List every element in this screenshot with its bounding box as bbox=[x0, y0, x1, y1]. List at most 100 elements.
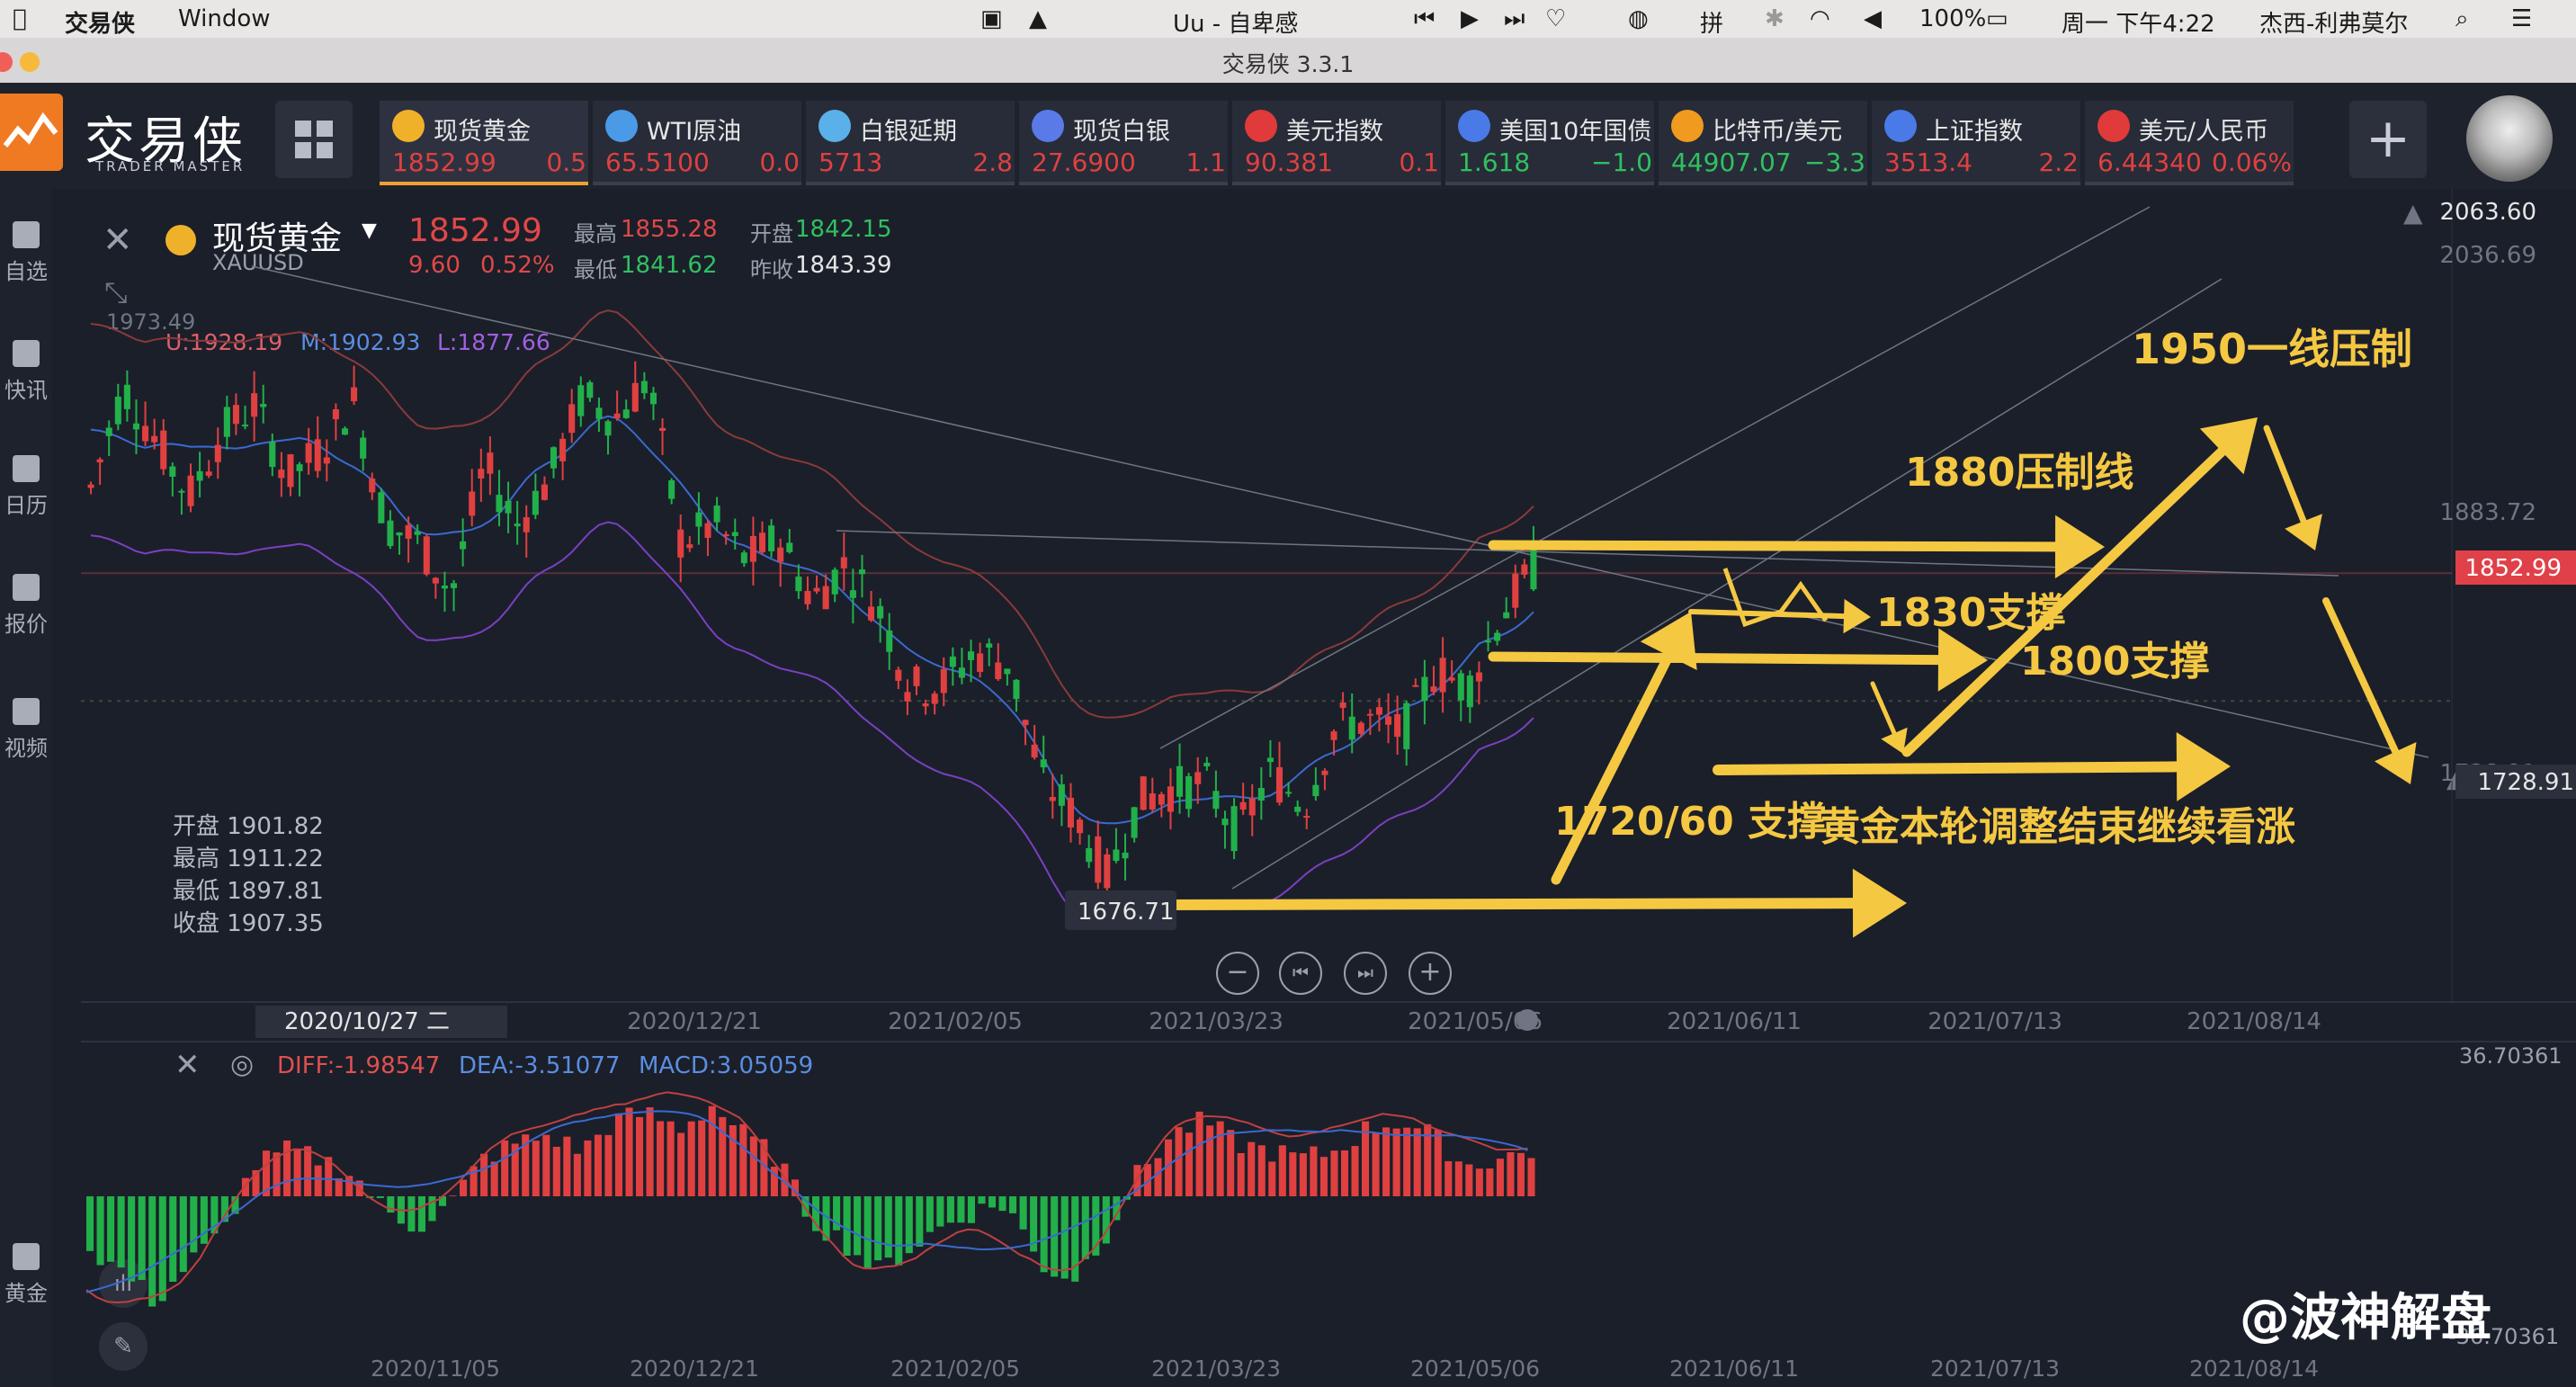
prev-track-icon[interactable]: ⏮ bbox=[1414, 5, 1435, 33]
open-value: 1842.15 bbox=[795, 216, 892, 243]
fullscreen-toggle-icon[interactable]: ⤡ bbox=[104, 275, 128, 310]
wifi-icon[interactable]: ◠ bbox=[1810, 5, 1830, 32]
scroll-start-button[interactable]: ⏮ bbox=[1279, 952, 1322, 995]
ticker-name: 美元指数 bbox=[1286, 118, 1383, 146]
bluetooth-icon[interactable]: ✱ bbox=[1765, 5, 1784, 32]
ticker-3[interactable]: 现货白银 27.6900 1.1 bbox=[1019, 101, 1228, 185]
sidebar-item-5[interactable]: 黄金 bbox=[0, 1243, 52, 1307]
app-logo-icon bbox=[0, 94, 63, 171]
bollinger-lower: L:1877.66 bbox=[437, 329, 550, 355]
volume-icon[interactable]: ◀ bbox=[1864, 5, 1882, 32]
candle-tool-icon[interactable]: ılı bbox=[99, 1259, 148, 1308]
ticker-price: 1.618 bbox=[1458, 148, 1531, 177]
sidebar-item-2[interactable]: 日历 bbox=[0, 455, 52, 519]
sidebar-item-1[interactable]: 快讯 bbox=[0, 340, 52, 404]
wps-icon[interactable]: ▣ bbox=[980, 5, 1003, 32]
ticker-name: 美国10年国债 bbox=[1499, 118, 1652, 146]
ticker-0[interactable]: 现货黄金 1852.99 0.5 bbox=[380, 101, 588, 185]
bell-icon[interactable]: ▲ bbox=[1029, 5, 1047, 32]
prev-close-value: 1843.39 bbox=[795, 252, 892, 279]
ticker-4[interactable]: 美元指数 90.381 0.1 bbox=[1232, 101, 1441, 185]
ticker-name: 上证指数 bbox=[1926, 118, 2023, 146]
user-name[interactable]: 杰西-利弗莫尔 bbox=[2259, 5, 2408, 39]
ticker-5[interactable]: 美国10年国债 1.618 −1.0 bbox=[1445, 101, 1654, 185]
spotlight-icon[interactable]: ⌕ bbox=[2455, 5, 2469, 33]
heart-icon[interactable]: ♡ bbox=[1545, 5, 1566, 32]
ticker-price: 1852.99 bbox=[392, 148, 496, 177]
bollinger-mid: M:1902.93 bbox=[300, 329, 421, 355]
ticker-name: 现货黄金 bbox=[434, 118, 531, 146]
ticker-8[interactable]: 美元/人民币 6.44340 0.06% bbox=[2085, 101, 2294, 185]
ticker-name: 比特币/美元 bbox=[1713, 118, 1843, 146]
symbol-dropdown-icon[interactable]: ▼ bbox=[362, 219, 377, 242]
sidebar-item-label: 报价 bbox=[4, 612, 48, 637]
sidebar-item-label: 黄金 bbox=[4, 1281, 48, 1306]
close-indicator-button[interactable]: ✕ bbox=[174, 1047, 201, 1083]
silver-icon bbox=[818, 110, 851, 142]
add-ticker-button[interactable]: + bbox=[2349, 101, 2427, 178]
menu-app-name[interactable]: 交易侠 bbox=[65, 5, 135, 39]
scroll-end-button[interactable]: ⏭ bbox=[1344, 952, 1387, 995]
price-alert-bell-icon-2[interactable]: ▲ bbox=[2446, 766, 2464, 793]
control-center-icon[interactable]: ☰ bbox=[2511, 5, 2532, 32]
pencil-tool-icon[interactable]: ✎ bbox=[99, 1322, 148, 1371]
avatar[interactable] bbox=[2466, 95, 2553, 182]
watermark: @波神解盘 bbox=[2240, 1289, 2491, 1347]
ohlc-high: 最高 1911.22 bbox=[173, 846, 324, 872]
symbol-change: 9.60 bbox=[408, 252, 461, 279]
low-value: 1841.62 bbox=[621, 252, 718, 279]
bond-icon bbox=[1458, 110, 1490, 142]
ohlc-low: 最低 1897.81 bbox=[173, 878, 324, 905]
ticker-change: −1.0 bbox=[1591, 148, 1652, 177]
sidebar-item-4[interactable]: 视频 bbox=[0, 698, 52, 762]
wechat-icon[interactable]: ◍ bbox=[1628, 5, 1649, 32]
ticker-7[interactable]: 上证指数 3513.4 2.2 bbox=[1872, 101, 2080, 185]
uu-status[interactable]: Uu - 自卑感 bbox=[1173, 5, 1298, 39]
menu-window[interactable]: Window bbox=[178, 5, 271, 32]
clock[interactable]: 周一 下午4:22 bbox=[2062, 5, 2215, 39]
video-icon bbox=[13, 698, 40, 725]
prev-close-label: 昨收 bbox=[750, 257, 793, 282]
ticker-change: 0.5 bbox=[546, 148, 586, 177]
symbol-change-pct: 0.52% bbox=[480, 252, 555, 279]
play-icon[interactable]: ▶ bbox=[1461, 5, 1479, 32]
zoom-in-button[interactable]: + bbox=[1409, 952, 1452, 995]
ticker-change: 0.06% bbox=[2212, 148, 2292, 177]
sidebar-item-label: 日历 bbox=[4, 493, 48, 518]
battery-icon[interactable]: ▭ bbox=[1986, 5, 2008, 32]
open-label: 开盘 bbox=[750, 221, 793, 246]
apple-icon[interactable]:  bbox=[13, 5, 27, 32]
grid-menu-button[interactable] bbox=[275, 101, 353, 178]
indicator-settings-icon[interactable]: ◎ bbox=[230, 1049, 254, 1080]
quote-icon bbox=[13, 574, 40, 601]
us-flag-icon bbox=[1245, 110, 1277, 142]
ticker-6[interactable]: 比特币/美元 44907.07 −3.3 bbox=[1659, 101, 1867, 185]
high-value: 1855.28 bbox=[621, 216, 718, 243]
zoom-out-button[interactable]: − bbox=[1216, 952, 1259, 995]
news-icon bbox=[13, 340, 40, 367]
gold-icon bbox=[392, 110, 425, 142]
macd-diff: DIFF:-1.98547 bbox=[277, 1052, 441, 1079]
ticker-name: WTI原油 bbox=[647, 118, 742, 146]
macd-max-label: 36.70361 bbox=[2459, 1043, 2563, 1069]
chart-panel bbox=[52, 189, 2576, 1387]
close-chart-button[interactable]: ✕ bbox=[103, 219, 133, 261]
ticker-2[interactable]: 白银延期 5713 2.8 bbox=[806, 101, 1015, 185]
input-method-icon[interactable]: 拼 bbox=[1700, 5, 1723, 39]
ticker-1[interactable]: WTI原油 65.5100 0.0 bbox=[593, 101, 801, 185]
ticker-price: 90.381 bbox=[1245, 148, 1333, 177]
sidebar-item-label: 自选 bbox=[4, 259, 48, 284]
next-track-icon[interactable]: ⏭ bbox=[1504, 5, 1525, 33]
grid-icon bbox=[295, 121, 333, 158]
ticker-name: 白银延期 bbox=[860, 118, 957, 146]
sidebar-item-0[interactable]: 自选 bbox=[0, 221, 52, 285]
bitcoin-icon bbox=[1671, 110, 1704, 142]
ticker-price: 6.44340 bbox=[2097, 148, 2202, 177]
bollinger-upper: U:1928.19 bbox=[165, 329, 283, 355]
symbol-price: 1852.99 bbox=[408, 212, 542, 249]
mac-menubar:  交易侠 Window ▣ ▲ Uu - 自卑感 ⏮ ▶ ⏭ ♡ ◍ 拼 ✱ … bbox=[0, 0, 2576, 38]
price-alert-bell-icon[interactable]: ▲ bbox=[2403, 198, 2423, 228]
sidebar-item-3[interactable]: 报价 bbox=[0, 574, 52, 638]
ticker-change: −3.3 bbox=[1804, 148, 1865, 177]
ohlc-open: 开盘 1901.82 bbox=[173, 813, 324, 840]
